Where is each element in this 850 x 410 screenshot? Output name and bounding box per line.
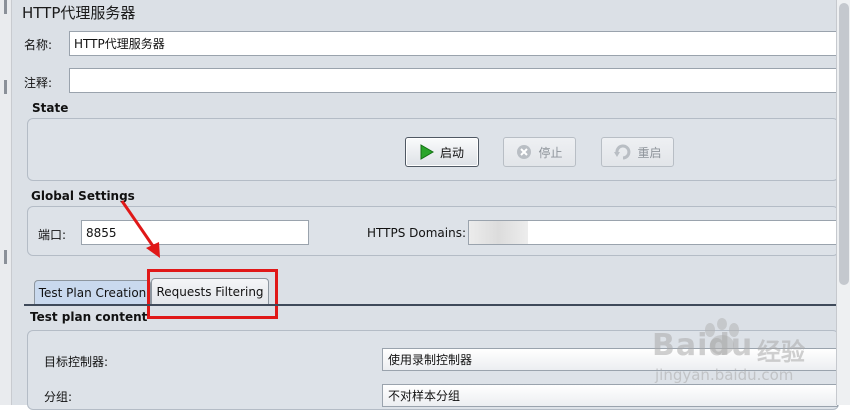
port-label: 端口: xyxy=(38,228,67,242)
splitter-grip xyxy=(4,0,7,14)
state-section-title: State xyxy=(32,101,69,115)
page-title: HTTP代理服务器 xyxy=(22,4,136,22)
watermark-brand-cn: 经验 xyxy=(757,338,805,366)
watermark-brand: Baidu xyxy=(652,328,754,363)
splitter-grip xyxy=(4,80,7,94)
test-plan-content-title: Test plan content xyxy=(30,310,148,324)
watermark-url: jingyan.baidu.com xyxy=(655,366,794,384)
grouping-label: 分组: xyxy=(44,390,73,404)
splitter-grip xyxy=(4,250,7,264)
restart-button-label: 重启 xyxy=(637,145,662,160)
stop-icon xyxy=(517,145,532,159)
vertical-scrollbar[interactable] xyxy=(836,0,850,405)
grouping-select[interactable]: 不对样本分组 xyxy=(382,384,838,407)
redacted-value xyxy=(469,221,528,244)
start-button[interactable]: 启动 xyxy=(405,137,479,167)
restart-button[interactable]: 重启 xyxy=(601,137,674,167)
target-controller-label: 目标控制器: xyxy=(44,355,109,369)
https-domains-label: HTTPS Domains: xyxy=(367,226,466,240)
tab-test-plan-creation[interactable]: Test Plan Creation xyxy=(34,280,151,305)
comment-label: 注释: xyxy=(24,76,53,90)
play-icon xyxy=(420,144,434,160)
name-input[interactable]: HTTP代理服务器 xyxy=(69,31,839,56)
left-splitter[interactable] xyxy=(0,0,12,405)
annotation-arrow-icon xyxy=(120,200,160,258)
restart-icon xyxy=(614,144,631,160)
start-button-label: 启动 xyxy=(439,145,464,160)
tab-divider xyxy=(24,304,836,306)
name-label: 名称: xyxy=(24,38,53,52)
port-input[interactable]: 8855 xyxy=(81,220,309,245)
scrollbar-thumb[interactable] xyxy=(839,3,849,285)
stop-button-label: 停止 xyxy=(538,145,563,160)
stop-button[interactable]: 停止 xyxy=(503,137,576,167)
annotation-highlight-box xyxy=(147,269,278,319)
comment-input[interactable] xyxy=(69,68,839,93)
